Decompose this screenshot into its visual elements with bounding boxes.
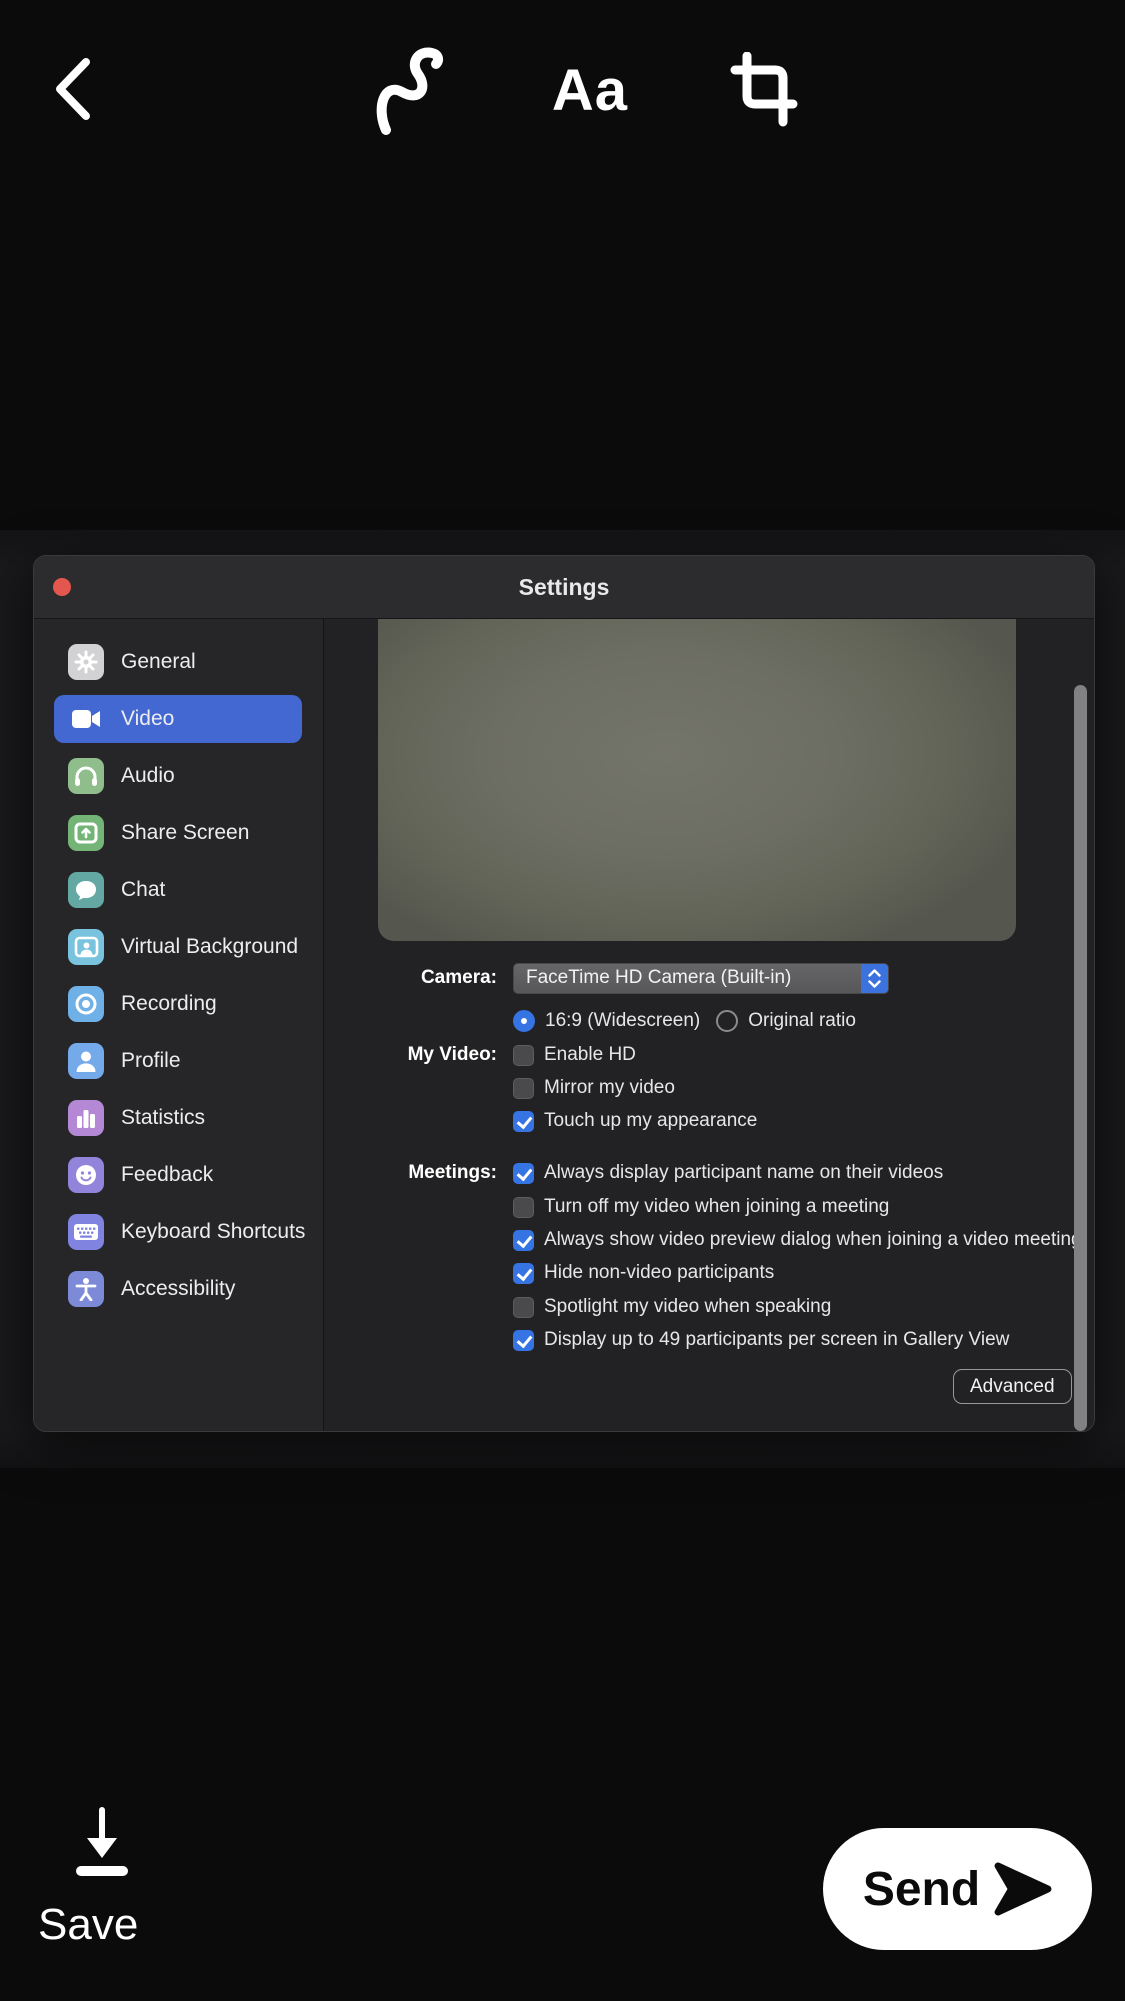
sidebar-item-label: Audio [121, 764, 175, 787]
virtual-background-icon [68, 929, 104, 965]
sidebar-item-keyboard-shortcuts[interactable]: Keyboard Shortcuts [54, 1208, 306, 1256]
checkbox-display-participant-name[interactable] [513, 1162, 534, 1184]
back-chevron-icon [56, 58, 90, 120]
dropdown-stepper-icon [861, 963, 888, 993]
sidebar-item-label: Share Screen [121, 821, 250, 844]
back-button[interactable] [44, 52, 100, 126]
text-tool-label: Aa [551, 57, 629, 123]
sidebar-item-statistics[interactable]: Statistics [54, 1094, 302, 1142]
chat-bubble-icon [68, 872, 104, 908]
keyboard-icon [68, 1214, 104, 1250]
screenshot-canvas: Settings General Video Audio Share Scree… [0, 530, 1125, 1468]
sidebar-item-label: Statistics [121, 1106, 206, 1129]
camera-select[interactable]: FaceTime HD Camera (Built-in) [513, 962, 889, 994]
checkbox-label: Mirror my video [544, 1077, 675, 1098]
sidebar-item-label: Virtual Background [121, 935, 299, 958]
video-settings-pane: Camera: FaceTime HD Camera (Built-in) 16… [324, 619, 1094, 1431]
radio-16-9-widescreen[interactable] [513, 1010, 535, 1032]
save-button[interactable]: Save [38, 1806, 168, 1950]
headphones-icon [68, 758, 104, 794]
checkbox-label: Display up to 49 participants per screen… [544, 1329, 1010, 1350]
checkbox-enable-hd[interactable] [513, 1044, 534, 1066]
sidebar-item-label: General [121, 650, 196, 673]
sidebar-item-label: Feedback [121, 1163, 214, 1186]
checkbox-label: Touch up my appearance [544, 1110, 758, 1131]
checkbox-label: Always show video preview dialog when jo… [544, 1229, 1082, 1250]
window-title: Settings [518, 573, 610, 600]
person-icon [68, 1043, 104, 1079]
share-screen-icon [68, 815, 104, 851]
sidebar-item-feedback[interactable]: Feedback [54, 1151, 302, 1199]
save-label: Save [38, 1900, 139, 1949]
checkbox-label: Always display participant name on their… [544, 1162, 944, 1183]
window-titlebar: Settings [34, 556, 1094, 619]
sidebar-item-chat[interactable]: Chat [54, 866, 302, 914]
checkbox-hide-non-video-participants[interactable] [513, 1262, 534, 1284]
tool-group: Aa [360, 40, 820, 140]
camera-label: Camera: [420, 967, 497, 988]
meetings-label: Meetings: [408, 1162, 497, 1183]
sidebar-item-share-screen[interactable]: Share Screen [54, 809, 302, 857]
settings-window: Settings General Video Audio Share Scree… [33, 555, 1095, 1432]
checkbox-touch-up-appearance[interactable] [513, 1110, 534, 1132]
gear-icon [68, 644, 104, 680]
checkbox-label: Hide non-video participants [544, 1262, 775, 1283]
radio-label: Original ratio [748, 1010, 856, 1031]
smiley-icon [68, 1157, 104, 1193]
bar-chart-icon [68, 1100, 104, 1136]
crop-icon [730, 52, 798, 127]
close-window-dot[interactable] [53, 578, 71, 596]
checkbox-label: Enable HD [544, 1044, 636, 1065]
checkbox-label: Turn off my video when joining a meeting [544, 1196, 890, 1217]
sidebar-item-general[interactable]: General [54, 638, 302, 686]
sidebar-item-video[interactable]: Video [54, 695, 302, 743]
checkbox-label: Spotlight my video when speaking [544, 1296, 832, 1317]
settings-sidebar: General Video Audio Share Screen Chat Vi… [34, 619, 324, 1431]
crop-tool-button[interactable] [710, 40, 820, 140]
send-arrow-icon [994, 1862, 1052, 1916]
draw-tool-button[interactable] [360, 40, 470, 140]
markup-toolbar: Aa [0, 0, 1125, 150]
sidebar-item-virtual-background[interactable]: Virtual Background [54, 923, 302, 971]
scrollbar-thumb[interactable] [1074, 685, 1087, 1431]
sidebar-item-audio[interactable]: Audio [54, 752, 302, 800]
accessibility-icon [68, 1271, 104, 1307]
checkbox-display-49-participants[interactable] [513, 1329, 534, 1351]
video-camera-icon [68, 701, 104, 737]
camera-preview [378, 619, 1016, 941]
sidebar-item-profile[interactable]: Profile [54, 1037, 302, 1085]
sidebar-item-accessibility[interactable]: Accessibility [54, 1265, 302, 1313]
sidebar-item-label: Profile [121, 1049, 181, 1072]
radio-original-ratio[interactable] [716, 1010, 739, 1032]
checkbox-show-video-preview-dialog[interactable] [513, 1229, 534, 1251]
sidebar-item-label: Recording [121, 992, 217, 1015]
advanced-button[interactable]: Advanced [953, 1369, 1072, 1404]
save-download-icon [76, 1807, 128, 1876]
send-button[interactable]: Send [823, 1828, 1092, 1950]
my-video-label: My Video: [407, 1044, 497, 1065]
sidebar-item-label: Keyboard Shortcuts [121, 1220, 306, 1243]
send-label: Send [862, 1862, 981, 1916]
camera-select-value: FaceTime HD Camera (Built-in) [526, 967, 792, 988]
sidebar-item-label: Video [121, 707, 175, 730]
checkbox-turn-off-video-on-join[interactable] [513, 1196, 534, 1218]
checkbox-mirror-my-video[interactable] [513, 1077, 534, 1099]
sidebar-item-label: Chat [121, 878, 166, 901]
scribble-icon [376, 47, 444, 135]
sidebar-item-recording[interactable]: Recording [54, 980, 302, 1028]
radio-label: 16:9 (Widescreen) [545, 1010, 701, 1031]
sidebar-item-label: Accessibility [121, 1277, 236, 1300]
record-icon [68, 986, 104, 1022]
checkbox-spotlight-my-video[interactable] [513, 1296, 534, 1318]
text-tool-button[interactable]: Aa [535, 40, 645, 140]
